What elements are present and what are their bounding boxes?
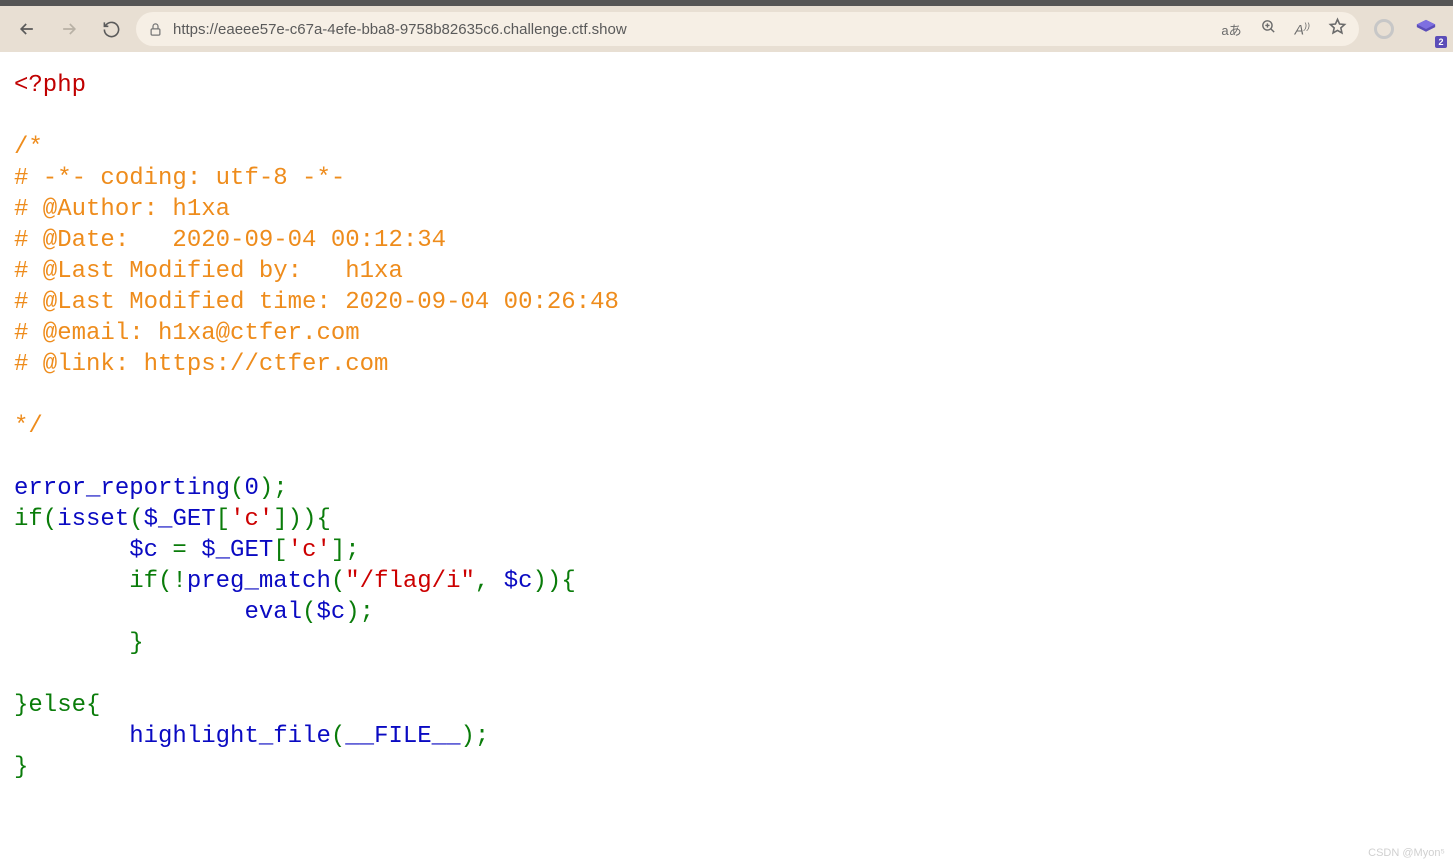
- kw-if: if(: [14, 506, 57, 533]
- address-url: https://eaeee57e-c67a-4efe-bba8-9758b826…: [173, 21, 1211, 38]
- comma: ,: [475, 568, 504, 595]
- fn-isset: isset: [57, 506, 129, 533]
- paren: (: [230, 475, 244, 502]
- indent: [14, 537, 129, 564]
- favorite-icon[interactable]: [1328, 17, 1347, 41]
- kw-if-not: if(!: [14, 568, 187, 595]
- str-key: 'c': [288, 537, 331, 564]
- paren-close: );: [345, 599, 374, 626]
- brace-close: }: [14, 630, 144, 657]
- paren-close: );: [460, 723, 489, 750]
- str-pattern: "/flag/i": [345, 568, 475, 595]
- refresh-button[interactable]: [94, 12, 128, 46]
- var-c: $c: [504, 568, 533, 595]
- comment-line: # @Author: h1xa: [14, 196, 230, 223]
- var-get: $_GET: [144, 506, 216, 533]
- comment-open: /*: [14, 134, 43, 161]
- stop-icon[interactable]: [1367, 12, 1401, 46]
- lock-icon: [148, 22, 163, 37]
- fn-highlight-file: highlight_file: [129, 723, 331, 750]
- watermark: CSDN @Myon⁵: [1368, 847, 1445, 859]
- comment-close: */: [14, 413, 43, 440]
- arg-zero: 0: [244, 475, 258, 502]
- else: }else{: [14, 692, 100, 719]
- php-source: <?php /* # -*- coding: utf-8 -*- # @Auth…: [14, 70, 1439, 783]
- php-open-tag: <?php: [14, 72, 86, 99]
- translate-icon[interactable]: aあ: [1221, 20, 1241, 39]
- page-content: <?php /* # -*- coding: utf-8 -*- # @Auth…: [0, 52, 1453, 801]
- comment-line: # -*- coding: utf-8 -*-: [14, 165, 345, 192]
- bracket: [: [216, 506, 230, 533]
- eq: =: [158, 537, 201, 564]
- var-c: $c: [316, 599, 345, 626]
- str-key: 'c': [230, 506, 273, 533]
- fn-eval: eval: [244, 599, 302, 626]
- comment-line: # @Last Modified by: h1xa: [14, 258, 403, 285]
- comment-line: # @email: h1xa@ctfer.com: [14, 320, 360, 347]
- paren: (: [302, 599, 316, 626]
- comment-line: # @link: https://ctfer.com: [14, 351, 388, 378]
- var-c: $c: [129, 537, 158, 564]
- fn-error-reporting: error_reporting: [14, 475, 230, 502]
- paren: (: [129, 506, 143, 533]
- forward-button[interactable]: [52, 12, 86, 46]
- extension-icon[interactable]: 2: [1409, 12, 1443, 46]
- comment-line: # @Date: 2020-09-04 00:12:34: [14, 227, 446, 254]
- address-right-icons: aあ A)): [1221, 17, 1347, 41]
- address-bar[interactable]: https://eaeee57e-c67a-4efe-bba8-9758b826…: [136, 12, 1359, 46]
- comment-line: # @Last Modified time: 2020-09-04 00:26:…: [14, 289, 619, 316]
- zoom-icon[interactable]: [1260, 18, 1277, 40]
- fn-preg-match: preg_match: [187, 568, 331, 595]
- brace-close: }: [14, 754, 28, 781]
- bracket: [: [273, 537, 287, 564]
- extension-badge: 2: [1435, 36, 1447, 48]
- bracket-close: ];: [331, 537, 360, 564]
- indent: [14, 723, 129, 750]
- indent: [14, 599, 244, 626]
- paren: (: [331, 723, 345, 750]
- browser-toolbar: https://eaeee57e-c67a-4efe-bba8-9758b826…: [0, 6, 1453, 52]
- brace: {: [317, 506, 331, 533]
- back-button[interactable]: [10, 12, 44, 46]
- bracket-close: ])): [273, 506, 316, 533]
- var-get: $_GET: [201, 537, 273, 564]
- paren-close-brace: )){: [533, 568, 576, 595]
- paren: (: [331, 568, 345, 595]
- const-file: __FILE__: [345, 723, 460, 750]
- paren-close: );: [259, 475, 288, 502]
- read-aloud-icon[interactable]: A)): [1295, 21, 1310, 38]
